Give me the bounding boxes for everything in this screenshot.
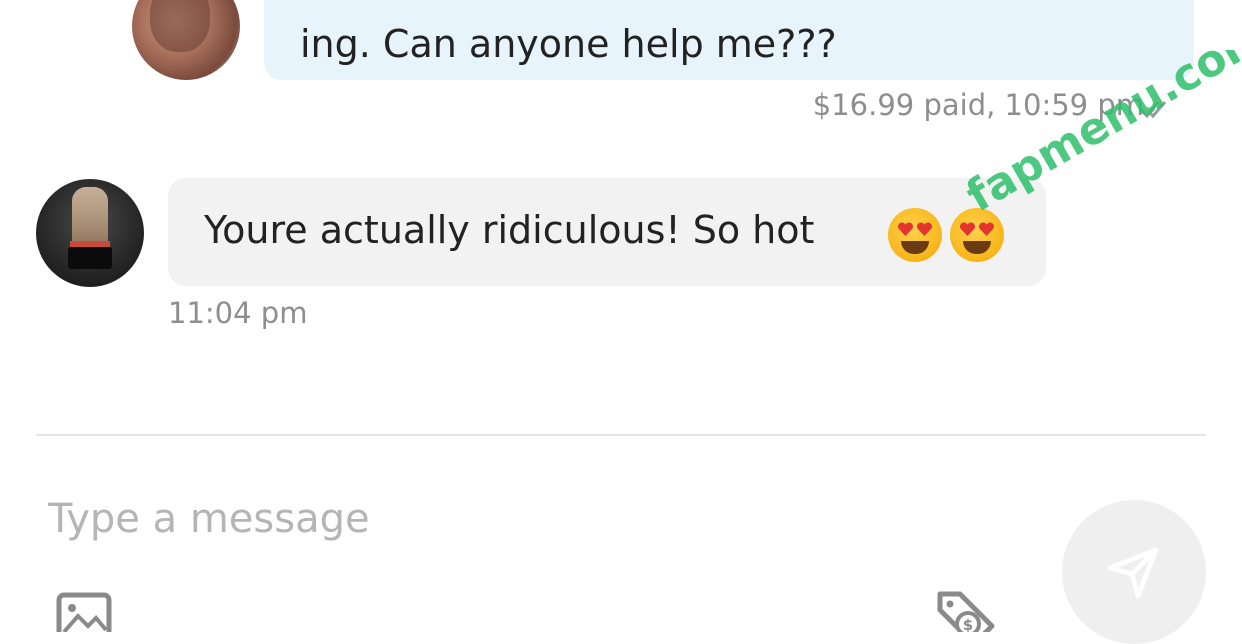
send-icon [1107, 547, 1159, 599]
price-tag-dollar-icon[interactable]: $ [934, 588, 998, 632]
heart-eye-left [959, 222, 976, 236]
outgoing-message-text: ing. Can anyone help me??? [300, 22, 837, 66]
image-icon[interactable] [56, 592, 112, 632]
emoji-mouth [963, 241, 991, 254]
heart-eye-right [916, 222, 933, 236]
avatar-photo-shorts [68, 247, 112, 269]
emoji-mouth [901, 241, 929, 254]
watermark-text: fapmenu.com [958, 50, 1242, 220]
heart-eyes-emoji [888, 208, 942, 262]
avatar-photo-torso [72, 187, 108, 249]
watermark: fapmenu.com [952, 50, 1242, 220]
svg-text:$: $ [963, 616, 973, 632]
send-button[interactable] [1062, 500, 1206, 644]
recipient-avatar[interactable] [36, 179, 144, 287]
message-input[interactable] [36, 484, 940, 554]
composer-divider [36, 434, 1206, 436]
avatar-photo-shade [150, 0, 210, 52]
heart-eye-left [897, 222, 914, 236]
incoming-message-text: Youre actually ridiculous! So hot [204, 208, 815, 252]
incoming-message-time: 11:04 pm [168, 296, 308, 330]
heart-eye-right [978, 222, 995, 236]
sender-avatar[interactable] [132, 0, 240, 80]
